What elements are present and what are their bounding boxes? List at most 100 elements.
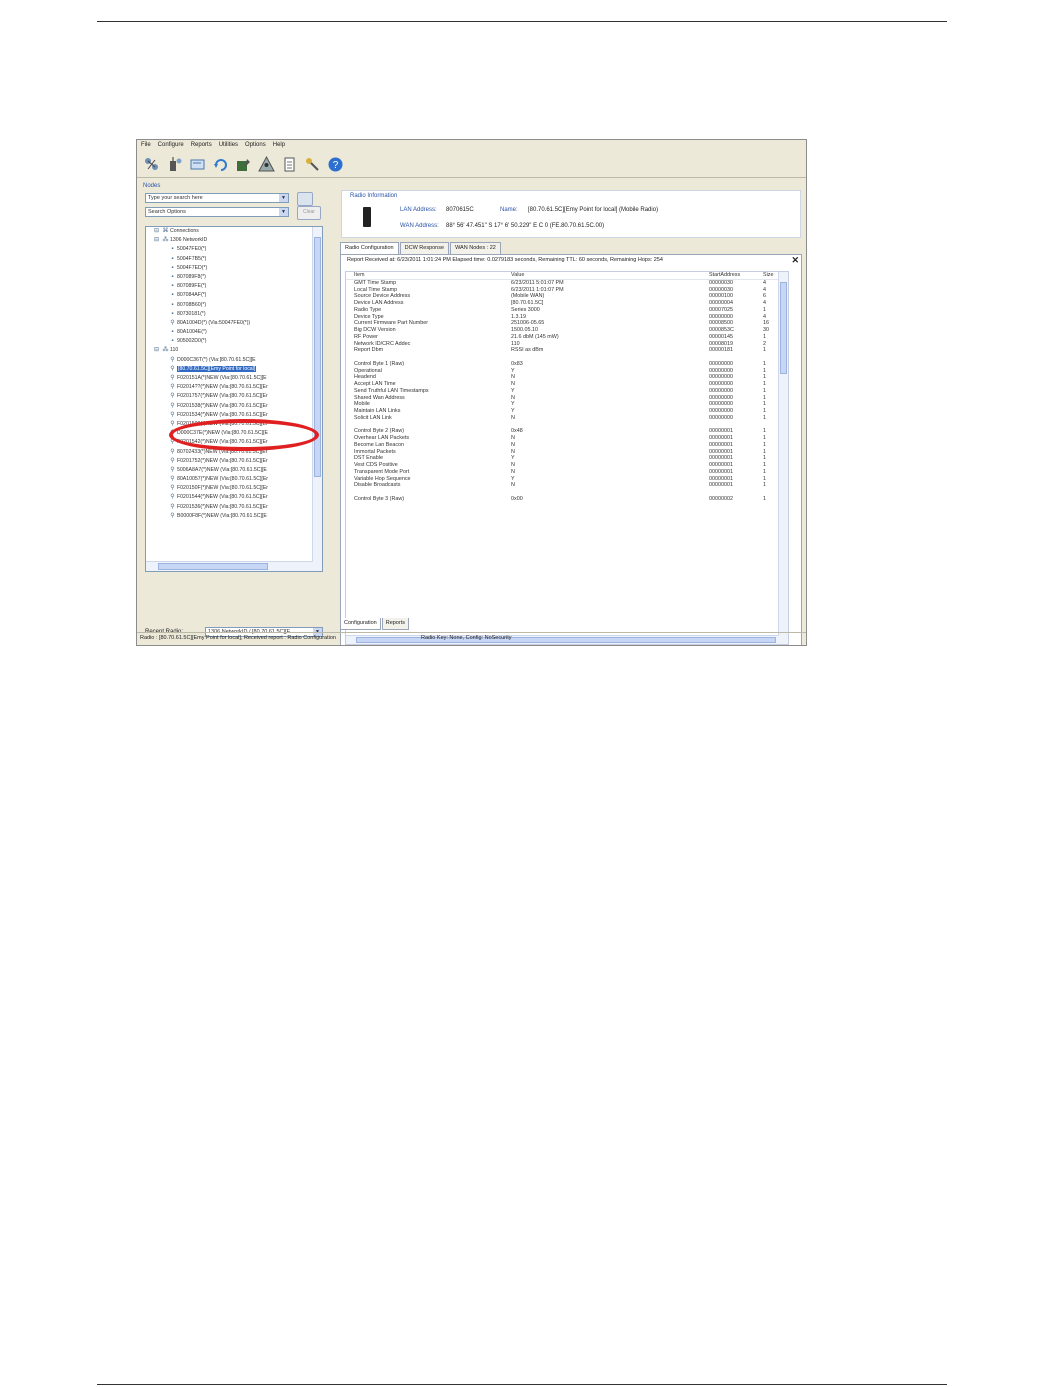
table-row[interactable]: Report Dbm RSSI as dBm 00000181 1 <box>346 347 788 354</box>
table-row[interactable]: GMT Time Stamp 6/23/2011 5:01:07 PM 000000… <box>346 280 788 287</box>
tree-node[interactable]: ⚲ [80.70.61.5C][Emy Point for local] <box>146 365 322 374</box>
close-icon[interactable]: ✕ <box>791 255 799 266</box>
table-row[interactable]: Shared Wan Address N 00000000 1 <box>346 395 788 402</box>
tree-node[interactable]: ⚲ F0201542(*)NEW (Via:[80.70.61.5C][Er <box>146 438 322 447</box>
tree-node[interactable]: ▪ 80708B60(*) <box>146 301 322 310</box>
tree-node[interactable]: ▪ 80A1004E(*) <box>146 328 322 337</box>
tree-node[interactable]: ▪ 5004F7ED(*) <box>146 264 322 273</box>
table-row[interactable]: Headend N 00000000 1 <box>346 374 788 381</box>
tree-node[interactable]: ⚲ F0201752(*)NEW (Via:[80.70.61.5C][Er <box>146 457 322 466</box>
tree-node[interactable]: ⚲ 80A10057(*)NEW (Via:[80.70.61.5C][Er <box>146 475 322 484</box>
tree-node[interactable]: ⚲ F0201534(*)NEW (Via:[80.70.61.5C][Er <box>146 411 322 420</box>
expand-collapse-icon[interactable]: ⊟ <box>152 236 161 245</box>
tree-node[interactable]: ⚲ F0201538(*)NEW (Via:[80.70.61.5C][Er <box>146 402 322 411</box>
tree-node[interactable]: ▪ 807089F8(*) <box>146 273 322 282</box>
tree-node[interactable]: ⚲ B0000F8F(*)NEW (Via:[80.70.61.5C][E <box>146 512 322 521</box>
column-header-item[interactable]: Item <box>354 272 364 279</box>
expand-collapse-icon[interactable]: ⊟ <box>152 346 161 355</box>
keys-icon[interactable] <box>304 156 321 173</box>
tree-node[interactable]: ⚲ F0201757(*)NEW (Via:[80.70.61.5C][Er <box>146 392 322 401</box>
node-tree[interactable]: ⊟ ⌘ Connections ⊟ ⁂ 1306 NetworkID ▪ 50047FE0(*… <box>145 226 323 572</box>
tree-node[interactable]: ⊟ ⁂ 110 <box>146 346 322 355</box>
tree-node[interactable]: ▪ 905002D0(*) <box>146 337 322 346</box>
menu-file[interactable]: File <box>141 142 151 151</box>
tree-node[interactable]: ⚲ F02014??(*)NEW (Via:[80.70.61.5C][Er <box>146 383 322 392</box>
tree-node[interactable]: ⚲ D000C36T(*) (Via:[80.70.61.5C][E <box>146 356 322 365</box>
table-row[interactable]: Transparent Mode Port N 00000001 1 <box>346 469 788 476</box>
table-row[interactable]: Accept LAN Time N 00000000 1 <box>346 381 788 388</box>
column-header-start-address[interactable]: StartAddress <box>709 272 740 279</box>
map-tools-icon[interactable] <box>235 156 252 173</box>
column-header-size[interactable]: Size <box>763 272 774 279</box>
tree-node[interactable]: ⚲ F020151A(*)NEW (Via:[80.70.61.5C][E <box>146 374 322 383</box>
table-row[interactable]: Local Time Stamp 6/23/2011 1:01:07 PM 0000… <box>346 287 788 294</box>
search-button[interactable] <box>297 192 313 206</box>
terminal-icon[interactable] <box>189 156 206 173</box>
chevron-down-icon[interactable]: ▼ <box>279 194 288 202</box>
tree-node[interactable]: ⚲ F0201509(*)NEW (Via:[80.70.61.5C][Er <box>146 420 322 429</box>
menu-utilities[interactable]: Utilities <box>219 142 238 151</box>
expand-collapse-icon[interactable]: ⊟ <box>152 227 161 236</box>
search-input[interactable]: Type your search here ▼ <box>145 193 289 203</box>
report-document-icon[interactable] <box>281 156 298 173</box>
grid-vertical-scrollbar[interactable] <box>778 272 788 644</box>
tree-node[interactable]: ⚲ D000C37E(*)NEW (Via:[80.70.61.5C][E <box>146 429 322 438</box>
table-row[interactable]: Immortal Packets N 00000001 1 <box>346 449 788 456</box>
tree-node[interactable]: ▪ 50047FE0(*) <box>146 245 322 254</box>
chevron-down-icon[interactable]: ▼ <box>279 208 288 216</box>
tree-horizontal-scrollbar[interactable] <box>146 561 313 571</box>
table-row[interactable]: Variable Hop Sequence Y 00000001 1 <box>346 476 788 483</box>
tree-node[interactable]: ▪ 807084AF(*) <box>146 291 322 300</box>
table-row[interactable]: Current Firmware Part Number 251006-05.65… <box>346 320 788 327</box>
tab-configuration[interactable]: Configuration <box>340 618 381 630</box>
table-row[interactable]: Overhear LAN Packets N 00000001 1 <box>346 435 788 442</box>
tree-node[interactable]: ⊟ ⌘ Connections <box>146 227 322 236</box>
table-row[interactable]: Device LAN Address [80.70.61.5C] 00000004 4 <box>346 300 788 307</box>
tree-node[interactable]: ⚲ F020150F(*)NEW (Via:[80.70.61.5C][Er <box>146 484 322 493</box>
scrollbar-thumb[interactable] <box>158 563 268 570</box>
table-row[interactable]: Radio Type Series 3000 00007025 1 <box>346 307 788 314</box>
clear-button[interactable]: Clear <box>297 206 321 220</box>
menu-help[interactable]: Help <box>273 142 285 151</box>
table-row[interactable] <box>346 489 788 496</box>
network-tree-icon[interactable] <box>258 155 275 173</box>
search-options-select[interactable]: Search Options ▼ <box>145 207 289 217</box>
tree-vertical-scrollbar[interactable] <box>312 227 322 571</box>
tree-node[interactable]: ⚲ F0201544(*)NEW (Via:[80.70.61.5C][Er <box>146 493 322 502</box>
tree-node[interactable]: ⚲ 80A1004D(*) (Via:50047FE0(*)) <box>146 319 322 328</box>
scrollbar-thumb[interactable] <box>314 237 321 477</box>
tree-node[interactable]: ⊟ ⁂ 1306 NetworkID <box>146 236 322 245</box>
table-row[interactable]: RF Power 21.6 dbM (145 mW) 00000145 1 <box>346 334 788 341</box>
refresh-icon[interactable] <box>212 156 229 173</box>
table-row[interactable]: Become Lan Beacon N 00000001 1 <box>346 442 788 449</box>
table-row[interactable]: Device Type 1.3.19 00000000 4 <box>346 314 788 321</box>
configuration-grid[interactable]: Item Value StartAddress Size GMT Time St… <box>345 271 789 645</box>
network-scan-icon[interactable] <box>143 156 160 173</box>
table-row[interactable]: DST Enable Y 00000001 1 <box>346 455 788 462</box>
tree-node[interactable]: ▪ 807089FE(*) <box>146 282 322 291</box>
tree-node[interactable]: ▪ 80730181(*) <box>146 310 322 319</box>
table-row[interactable]: Control Byte 2 (Raw) 0x48 00000001 1 <box>346 428 788 435</box>
table-row[interactable]: Operational Y 00000000 1 <box>346 368 788 375</box>
table-row[interactable] <box>346 354 788 361</box>
table-row[interactable]: Big DCW Version 1500.05.10 0000853C 30 <box>346 327 788 334</box>
tab-reports[interactable]: Reports <box>381 618 409 630</box>
table-row[interactable]: Disable Broadcasts N 00000001 1 <box>346 482 788 489</box>
table-row[interactable]: Solicit LAN Link N 00000000 1 <box>346 415 788 422</box>
column-header-value[interactable]: Value <box>511 272 524 279</box>
tree-node[interactable]: ⚲ 5006A8A7(*)NEW (Via:[80.70.61.5C][E <box>146 466 322 475</box>
table-row[interactable]: Vest CDS Positive N 00000001 1 <box>346 462 788 469</box>
radio-settings-icon[interactable] <box>166 156 183 173</box>
table-row[interactable]: Source Device Address (Mobile WAN) 0000010… <box>346 293 788 300</box>
table-row[interactable]: Network ID/CRC Addec 110 00008019 2 <box>346 341 788 348</box>
menu-configure[interactable]: Configure <box>158 142 184 151</box>
table-row[interactable]: Control Byte 3 (Raw) 0x00 00000002 1 <box>346 496 788 503</box>
menu-reports[interactable]: Reports <box>191 142 212 151</box>
scrollbar-thumb[interactable] <box>780 282 787 374</box>
table-row[interactable] <box>346 422 788 429</box>
help-icon[interactable]: ? <box>327 156 344 173</box>
table-row[interactable]: Send Truthful LAN Timestamps Y 00000000 1 <box>346 388 788 395</box>
menu-options[interactable]: Options <box>245 142 266 151</box>
table-row[interactable]: Mobile Y 00000000 1 <box>346 401 788 408</box>
tree-node[interactable]: ▪ 5004F7B5(*) <box>146 255 322 264</box>
